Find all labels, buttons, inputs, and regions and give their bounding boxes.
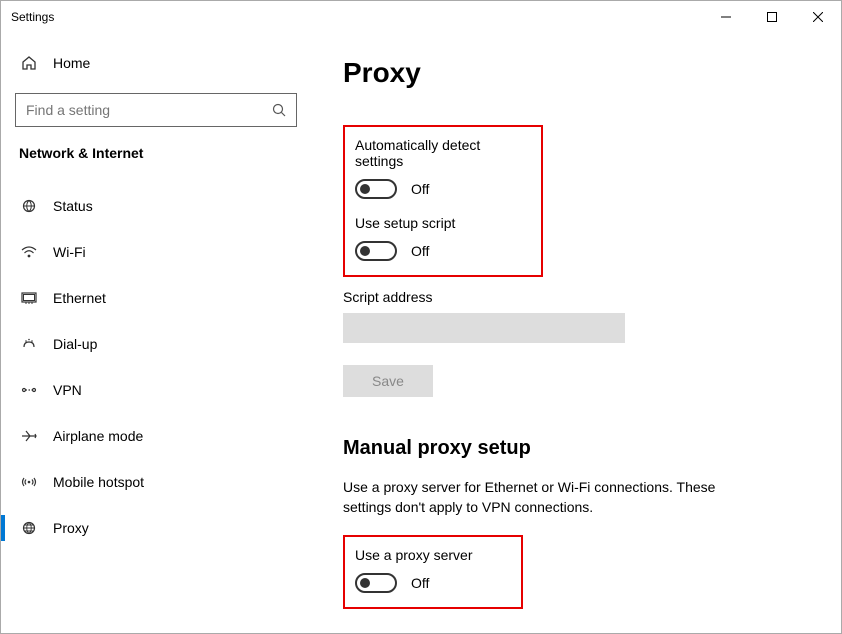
sidebar-item-hotspot[interactable]: Mobile hotspot	[1, 459, 311, 505]
sidebar: Home Network & Internet Status Wi-Fi	[1, 33, 311, 633]
hotspot-icon	[19, 472, 39, 492]
sidebar-item-label: Mobile hotspot	[53, 474, 144, 490]
close-button[interactable]	[795, 1, 841, 33]
manual-helper-text: Use a proxy server for Ethernet or Wi-Fi…	[343, 478, 763, 517]
sidebar-item-ethernet[interactable]: Ethernet	[1, 275, 311, 321]
sidebar-item-label: VPN	[53, 382, 82, 398]
sidebar-item-label: Airplane mode	[53, 428, 143, 444]
sidebar-item-label: Proxy	[53, 520, 89, 536]
setup-script-toggle[interactable]	[355, 241, 397, 261]
sidebar-item-label: Dial-up	[53, 336, 97, 352]
sidebar-item-vpn[interactable]: VPN	[1, 367, 311, 413]
close-icon	[813, 12, 823, 22]
window-title: Settings	[11, 10, 54, 24]
sidebar-item-label: Status	[53, 198, 93, 214]
dialup-icon	[19, 334, 39, 354]
minimize-button[interactable]	[703, 1, 749, 33]
airplane-icon	[19, 426, 39, 446]
sidebar-item-airplane[interactable]: Airplane mode	[1, 413, 311, 459]
maximize-icon	[767, 12, 777, 22]
sidebar-item-dialup[interactable]: Dial-up	[1, 321, 311, 367]
page-title: Proxy	[343, 57, 811, 89]
wifi-icon	[19, 242, 39, 262]
auto-detect-state: Off	[411, 181, 429, 197]
home-label: Home	[53, 55, 90, 71]
highlight-auto-section: Automatically detect settings Off Use se…	[343, 125, 543, 277]
sidebar-item-proxy[interactable]: Proxy	[1, 505, 311, 551]
window-controls	[703, 1, 841, 33]
titlebar: Settings	[1, 1, 841, 33]
vpn-icon	[19, 380, 39, 400]
home-link[interactable]: Home	[1, 43, 311, 83]
ethernet-icon	[19, 288, 39, 308]
sidebar-item-label: Ethernet	[53, 290, 106, 306]
search-box[interactable]	[15, 93, 297, 127]
main-content: Proxy Automatically detect settings Off …	[311, 33, 841, 633]
save-button[interactable]: Save	[343, 365, 433, 397]
sidebar-item-status[interactable]: Status	[1, 183, 311, 229]
section-label: Network & Internet	[1, 145, 311, 161]
proxy-icon	[19, 518, 39, 538]
search-icon	[272, 103, 286, 117]
use-proxy-state: Off	[411, 575, 429, 591]
setup-script-state: Off	[411, 243, 429, 259]
auto-detect-label: Automatically detect settings	[355, 137, 531, 169]
search-input[interactable]	[26, 102, 272, 118]
sidebar-item-label: Wi-Fi	[53, 244, 86, 260]
sidebar-item-wifi[interactable]: Wi-Fi	[1, 229, 311, 275]
script-address-input[interactable]	[343, 313, 625, 343]
manual-section-title: Manual proxy setup	[343, 437, 811, 460]
script-address-label: Script address	[343, 289, 811, 305]
setup-script-label: Use setup script	[355, 215, 531, 231]
home-icon	[19, 53, 39, 73]
highlight-proxy-server: Use a proxy server Off	[343, 535, 523, 609]
minimize-icon	[721, 12, 731, 22]
use-proxy-toggle[interactable]	[355, 573, 397, 593]
use-proxy-label: Use a proxy server	[355, 547, 511, 563]
auto-detect-toggle[interactable]	[355, 179, 397, 199]
maximize-button[interactable]	[749, 1, 795, 33]
status-icon	[19, 196, 39, 216]
